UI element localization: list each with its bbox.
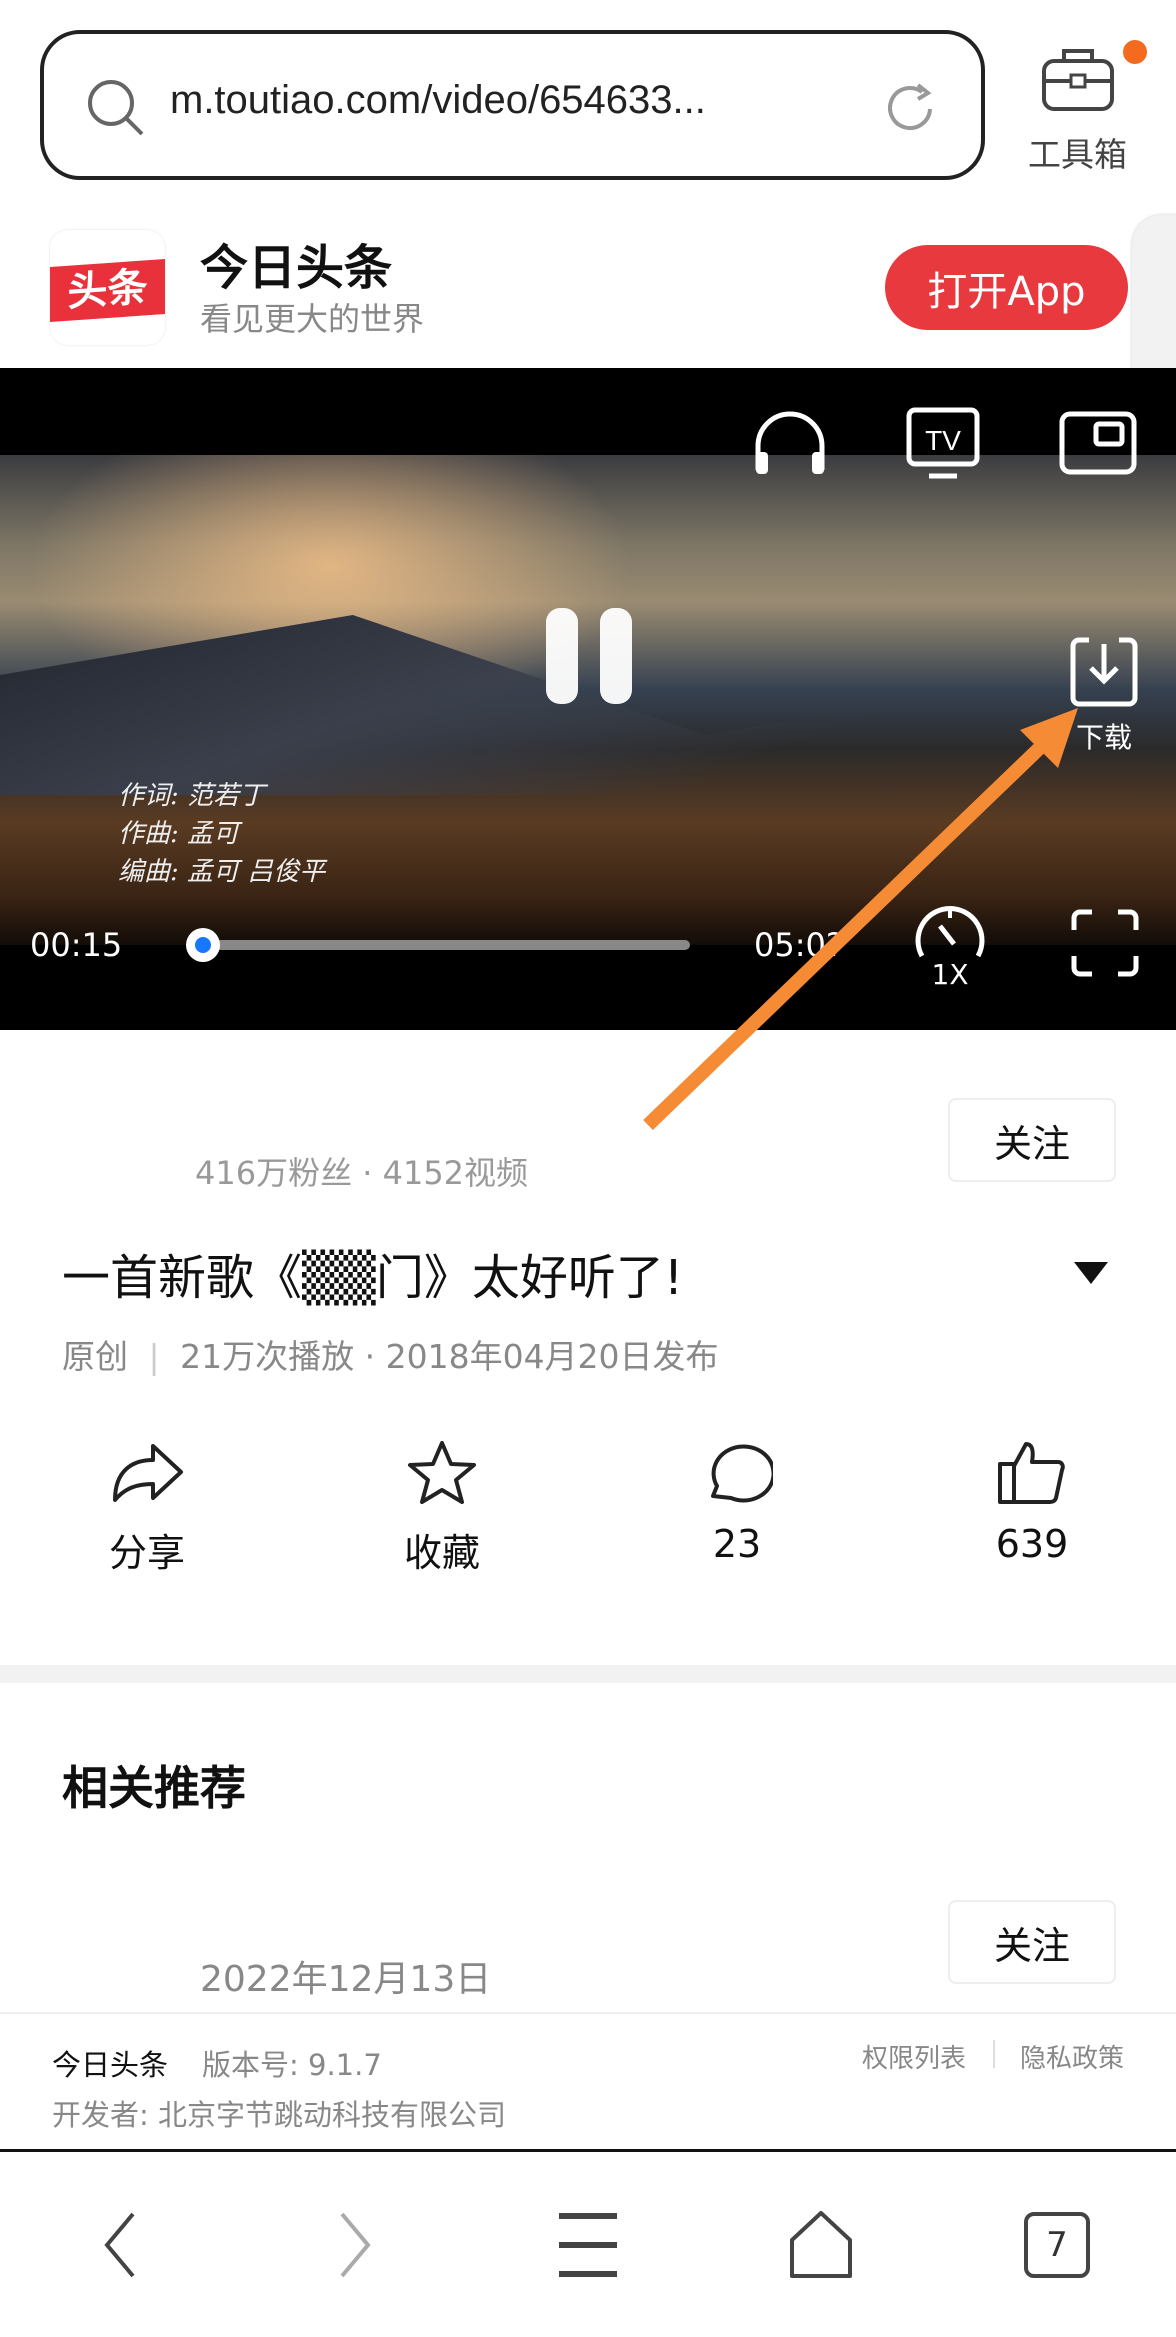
tv-icon: TV [906,407,980,479]
privacy-link[interactable]: 隐私政策 [1020,2038,1124,2075]
reload-icon[interactable] [882,79,942,139]
views-date: 21万次播放 · 2018年04月20日发布 [180,1337,719,1376]
toutiao-logo: 头条 [50,230,165,345]
app-subtitle: 看见更大的世界 [200,300,425,338]
tabs-button[interactable]: 7 [1024,2212,1090,2278]
like-button[interactable]: 639 [932,1440,1132,1566]
follow-button[interactable]: 关注 [948,1098,1116,1182]
url-text[interactable]: m.toutiao.com/video/654633... [170,78,706,123]
footer-developer: 开发者: 北京字节跳动科技有限公司 [52,2098,506,2132]
video-meta: 原创 | 21万次播放 · 2018年04月20日发布 [62,1337,719,1376]
toolbox-icon [1042,49,1114,111]
home-icon[interactable] [788,2210,854,2282]
section-divider [0,1665,1176,1683]
search-icon [88,80,144,136]
browser-bottom-nav: 7 [0,2152,1176,2337]
toolbox-label: 工具箱 [1028,135,1127,174]
app-title: 今日头条 [200,240,393,296]
speed-label: 1X [931,958,969,991]
picture-in-picture-icon[interactable] [1058,410,1138,476]
notification-dot [1123,40,1147,64]
video-title: 一首新歌《▒▒门》太好听了! [62,1250,684,1306]
video-player[interactable]: 作词: 范若丁 作曲: 孟可 编曲: 孟可 吕俊平 TV 下载 00:15 05:0… [0,368,1176,1030]
author-stats: 416万粉丝 · 4152视频 [195,1154,529,1192]
thumbs-up-icon [998,1442,1065,1504]
duration: 05:0? [754,926,843,964]
footer-version: 版本号: 9.1.7 [202,2048,382,2082]
comment-button[interactable]: 23 [637,1440,837,1566]
comment-icon [711,1444,773,1503]
share-icon [113,1444,183,1502]
permissions-link[interactable]: 权限列表 [862,2038,966,2075]
related-item-date: 2022年12月13日 [200,1959,492,2000]
related-heading: 相关推荐 [62,1761,246,1815]
playback-speed-button[interactable]: 1X [910,904,990,991]
download-button[interactable]: 下载 [1066,636,1142,756]
current-time: 00:15 [30,926,123,964]
star-icon [408,1441,476,1504]
pause-icon[interactable] [544,606,634,706]
download-icon [1070,637,1138,707]
address-bar[interactable]: m.toutiao.com/video/654633... [40,30,985,180]
download-label: 下载 [1075,721,1132,754]
video-credits: 作词: 范若丁 作曲: 孟可 编曲: 孟可 吕俊平 [118,781,326,887]
app-info-footer: 今日头条 版本号: 9.1.7 权限列表 隐私政策 开发者: 北京字节跳动科技有… [0,2012,1176,2152]
toolbox-button[interactable] [1040,45,1116,117]
svg-text:TV: TV [925,425,961,456]
headphones-icon[interactable] [750,408,830,480]
progress-thumb[interactable] [186,928,220,962]
footer-app-name: 今日头条 [52,2048,169,2082]
progress-bar[interactable] [200,940,690,950]
open-app-button[interactable]: 打开App [885,245,1128,330]
tv-cast-button[interactable]: TV [905,406,981,486]
related-follow-button[interactable]: 关注 [948,1900,1116,1984]
fullscreen-icon[interactable] [1070,908,1140,978]
expand-caret-icon[interactable] [1074,1260,1108,1284]
favorite-button[interactable]: 收藏 [342,1440,542,1577]
speedometer-icon [915,906,985,958]
back-icon[interactable] [95,2210,145,2280]
forward-icon[interactable] [330,2210,380,2280]
original-badge: 原创 [62,1337,128,1376]
share-button[interactable]: 分享 [47,1440,247,1577]
menu-icon[interactable] [555,2210,621,2280]
